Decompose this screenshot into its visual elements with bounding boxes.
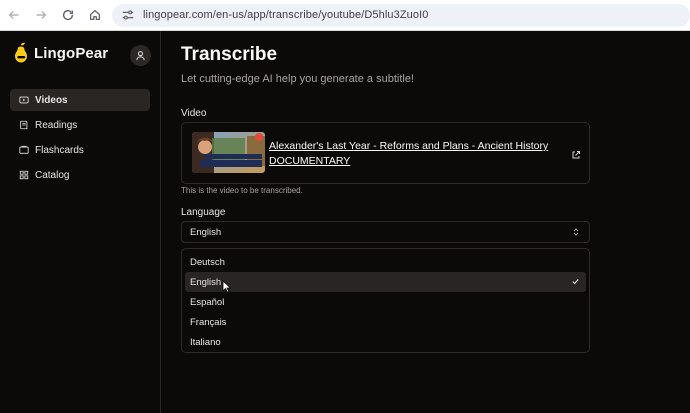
language-dropdown: Deutsch English Español Français Italian… xyxy=(181,248,590,353)
forward-arrow-icon[interactable] xyxy=(30,4,52,26)
sidebar-item-readings[interactable]: Readings xyxy=(10,114,150,136)
video-icon xyxy=(19,96,29,104)
sidebar-item-label: Catalog xyxy=(35,169,70,181)
language-selected-value: English xyxy=(190,226,222,238)
sidebar-item-label: Readings xyxy=(35,119,78,131)
option-label: Deutsch xyxy=(190,256,225,268)
back-arrow-icon[interactable] xyxy=(3,4,25,26)
option-label: Español xyxy=(190,296,225,308)
check-icon xyxy=(571,277,580,286)
language-option-english[interactable]: English xyxy=(185,272,586,292)
language-select[interactable]: English xyxy=(181,221,590,243)
external-link-icon[interactable] xyxy=(571,147,581,159)
page-subtitle: Let cutting-edge AI help you generate a … xyxy=(181,73,414,85)
home-icon[interactable] xyxy=(84,4,106,26)
video-label: Video xyxy=(181,108,207,119)
book-icon xyxy=(20,120,28,130)
url-text: lingopear.com/en-us/app/transcribe/youtu… xyxy=(143,9,429,21)
sidebar-item-label: Flashcards xyxy=(35,144,84,156)
sidebar-nav: Videos Readings Flashcards Catalog xyxy=(10,89,150,189)
cards-icon xyxy=(19,145,29,154)
pear-logo-icon xyxy=(15,42,27,63)
language-option-italiano[interactable]: Italiano xyxy=(185,332,586,352)
address-bar[interactable]: lingopear.com/en-us/app/transcribe/youtu… xyxy=(112,3,690,27)
reload-icon[interactable] xyxy=(57,4,79,26)
brand-logo[interactable]: LingoPear xyxy=(12,42,108,64)
video-thumbnail[interactable] xyxy=(192,132,265,173)
user-menu-button[interactable] xyxy=(130,45,151,66)
sidebar-item-videos[interactable]: Videos xyxy=(10,89,150,111)
sidebar-item-label: Videos xyxy=(35,94,68,106)
language-option-deutsch[interactable]: Deutsch xyxy=(185,252,586,272)
video-title-link[interactable]: Alexander's Last Year - Reforms and Plan… xyxy=(269,139,569,169)
site-settings-icon[interactable] xyxy=(121,8,135,22)
language-option-francais[interactable]: Français xyxy=(185,312,586,332)
option-label: Italiano xyxy=(190,336,221,348)
chevron-up-down-icon xyxy=(571,227,581,237)
sidebar-item-flashcards[interactable]: Flashcards xyxy=(10,139,150,161)
thumbnail-image xyxy=(192,132,265,173)
mouse-pointer-icon xyxy=(222,280,231,293)
video-card[interactable]: Alexander's Last Year - Reforms and Plan… xyxy=(181,122,590,184)
brand-name: LingoPear xyxy=(34,44,109,62)
sidebar: LingoPear Videos Readings Flashcards Cat… xyxy=(0,31,161,413)
page-title: Transcribe xyxy=(181,44,278,65)
option-label: Français xyxy=(190,316,227,328)
language-label: Language xyxy=(181,207,226,218)
app-root: LingoPear Videos Readings Flashcards Cat… xyxy=(0,31,690,413)
sidebar-item-catalog[interactable]: Catalog xyxy=(10,164,150,186)
grid-icon xyxy=(19,170,29,180)
language-option-espanol[interactable]: Español xyxy=(185,292,586,312)
video-helper-text: This is the video to be transcribed. xyxy=(181,186,303,195)
user-icon xyxy=(136,51,145,61)
option-label: English xyxy=(190,276,222,288)
browser-toolbar: lingopear.com/en-us/app/transcribe/youtu… xyxy=(0,0,690,31)
